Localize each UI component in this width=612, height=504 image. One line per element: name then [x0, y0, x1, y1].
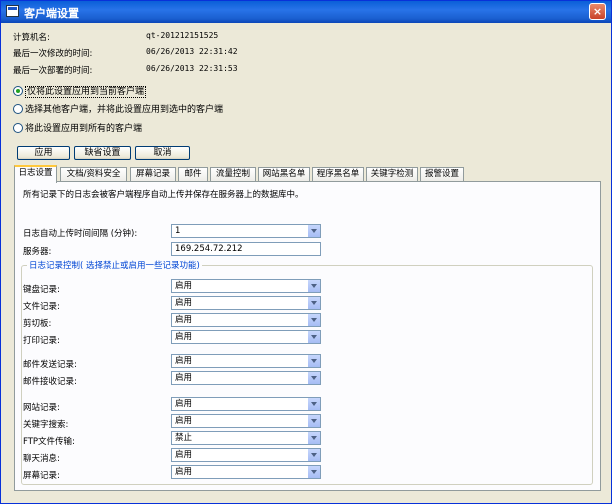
chevron-down-icon[interactable]	[307, 466, 320, 478]
tab-log-settings[interactable]: 日志设置	[14, 165, 57, 183]
last-modified-value: 06/26/2013 22:31:42	[146, 47, 238, 56]
radio-current-client[interactable]: 仅将此设置应用到当前客户端	[13, 84, 147, 98]
tab-document-security[interactable]: 文档/资料安全	[60, 167, 127, 182]
screen-record-label: 屏幕记录:	[23, 471, 60, 481]
upload-interval-select[interactable]: 1	[171, 224, 321, 238]
last-modified-row: 最后一次修改的时间: 06/26/2013 22:31:42	[13, 47, 238, 59]
apply-button[interactable]: 应用	[17, 146, 70, 160]
tab-program-blacklist[interactable]: 程序黑名单	[312, 167, 364, 182]
chevron-down-icon[interactable]	[307, 432, 320, 444]
radio-label: 选择其他客户端，并将此设置应用到选中的客户端	[25, 105, 224, 115]
radio-selected-clients[interactable]: 选择其他客户端，并将此设置应用到选中的客户端	[13, 102, 223, 115]
mail-send-log-label: 邮件发送记录:	[23, 360, 77, 370]
window-icon	[6, 5, 19, 17]
website-log-label: 网站记录:	[23, 403, 60, 413]
last-deployed-value: 06/26/2013 22:31:53	[146, 64, 238, 73]
select-value: 启用	[175, 467, 193, 477]
close-icon[interactable]: ×	[589, 3, 606, 20]
window-title: 客户端设置	[24, 7, 79, 20]
select-value: 启用	[175, 416, 193, 426]
tab-alert-settings[interactable]: 报警设置	[420, 167, 464, 182]
select-value: 启用	[175, 332, 193, 342]
print-log-select[interactable]: 启用	[171, 330, 321, 344]
select-value: 禁止	[175, 433, 193, 443]
keyword-search-select[interactable]: 启用	[171, 414, 321, 428]
radio-unchecked-icon[interactable]	[13, 103, 23, 114]
website-log-select[interactable]: 启用	[171, 397, 321, 411]
file-log-label: 文件记录:	[23, 302, 60, 312]
last-deployed-label: 最后一次部署的时间:	[13, 66, 93, 76]
upload-interval-label: 日志自动上传时间间隔 (分钟):	[23, 229, 138, 239]
client-settings-window: 客户端设置 × 计算机名: qt-201212151525 最后一次修改的时间:…	[0, 0, 612, 504]
mail-send-log-select[interactable]: 启用	[171, 354, 321, 368]
mail-receive-log-select[interactable]: 启用	[171, 371, 321, 385]
title-bar[interactable]: 客户端设置 ×	[1, 1, 611, 23]
select-value: 启用	[175, 450, 193, 460]
mail-receive-log-label: 邮件接收记录:	[23, 377, 77, 387]
select-value: 启用	[175, 356, 193, 366]
radio-label: 将此设置应用到所有的客户端	[25, 124, 143, 134]
chevron-down-icon[interactable]	[307, 372, 320, 384]
print-log-label: 打印记录:	[23, 336, 60, 346]
screen-record-select[interactable]: 启用	[171, 465, 321, 479]
tab-screen-record[interactable]: 屏幕记录	[130, 167, 176, 182]
server-label: 服务器:	[23, 247, 52, 257]
tab-traffic-control[interactable]: 流量控制	[210, 167, 256, 182]
select-value: 启用	[175, 298, 193, 308]
select-value: 启用	[175, 315, 193, 325]
radio-label: 仅将此设置应用到当前客户端	[25, 86, 147, 98]
keyboard-log-select[interactable]: 启用	[171, 279, 321, 293]
cancel-button[interactable]: 取消	[135, 146, 190, 160]
chevron-down-icon[interactable]	[307, 449, 320, 461]
keyboard-log-label: 键盘记录:	[23, 285, 60, 295]
ftp-transfer-label: FTP文件传输:	[23, 437, 75, 447]
clipboard-select[interactable]: 启用	[171, 313, 321, 327]
upload-interval-value: 1	[175, 226, 181, 236]
chevron-down-icon[interactable]	[307, 415, 320, 427]
select-value: 启用	[175, 281, 193, 291]
chevron-down-icon[interactable]	[307, 297, 320, 309]
ftp-transfer-select[interactable]: 禁止	[171, 431, 321, 445]
last-modified-label: 最后一次修改的时间:	[13, 49, 93, 59]
log-settings-panel: 所有记录下的日志会被客户端程序自动上传并保存在服务器上的数据库中。 日志自动上传…	[14, 181, 601, 491]
clipboard-label: 剪切板:	[23, 319, 52, 329]
chevron-down-icon[interactable]	[307, 398, 320, 410]
tab-website-blacklist[interactable]: 网站黑名单	[258, 167, 310, 182]
radio-unchecked-icon[interactable]	[13, 122, 23, 133]
chevron-down-icon[interactable]	[307, 225, 320, 237]
keyword-search-label: 关键字搜索:	[23, 420, 69, 430]
select-value: 启用	[175, 399, 193, 409]
radio-checked-icon[interactable]	[13, 85, 23, 96]
last-deployed-row: 最后一次部署的时间: 06/26/2013 22:31:53	[13, 64, 238, 76]
log-description: 所有记录下的日志会被客户端程序自动上传并保存在服务器上的数据库中。	[23, 190, 304, 200]
computer-name-row: 计算机名: qt-201212151525	[13, 31, 218, 43]
computer-name-value: qt-201212151525	[146, 31, 219, 40]
radio-all-clients[interactable]: 将此设置应用到所有的客户端	[13, 121, 142, 134]
tab-keyword-detection[interactable]: 关键字检测	[366, 167, 418, 182]
chevron-down-icon[interactable]	[307, 280, 320, 292]
computer-name-label: 计算机名:	[13, 33, 50, 43]
select-value: 启用	[175, 373, 193, 383]
chat-message-select[interactable]: 启用	[171, 448, 321, 462]
file-log-select[interactable]: 启用	[171, 296, 321, 310]
chevron-down-icon[interactable]	[307, 355, 320, 367]
server-input[interactable]: 169.254.72.212	[171, 242, 321, 256]
tab-email[interactable]: 邮件	[178, 167, 208, 182]
default-settings-button[interactable]: 缺省设置	[74, 146, 131, 160]
chevron-down-icon[interactable]	[307, 314, 320, 326]
chevron-down-icon[interactable]	[307, 331, 320, 343]
chat-message-label: 聊天消息:	[23, 454, 60, 464]
log-control-group-title: 日志记录控制( 选择禁止或启用一些记录功能)	[27, 259, 202, 271]
